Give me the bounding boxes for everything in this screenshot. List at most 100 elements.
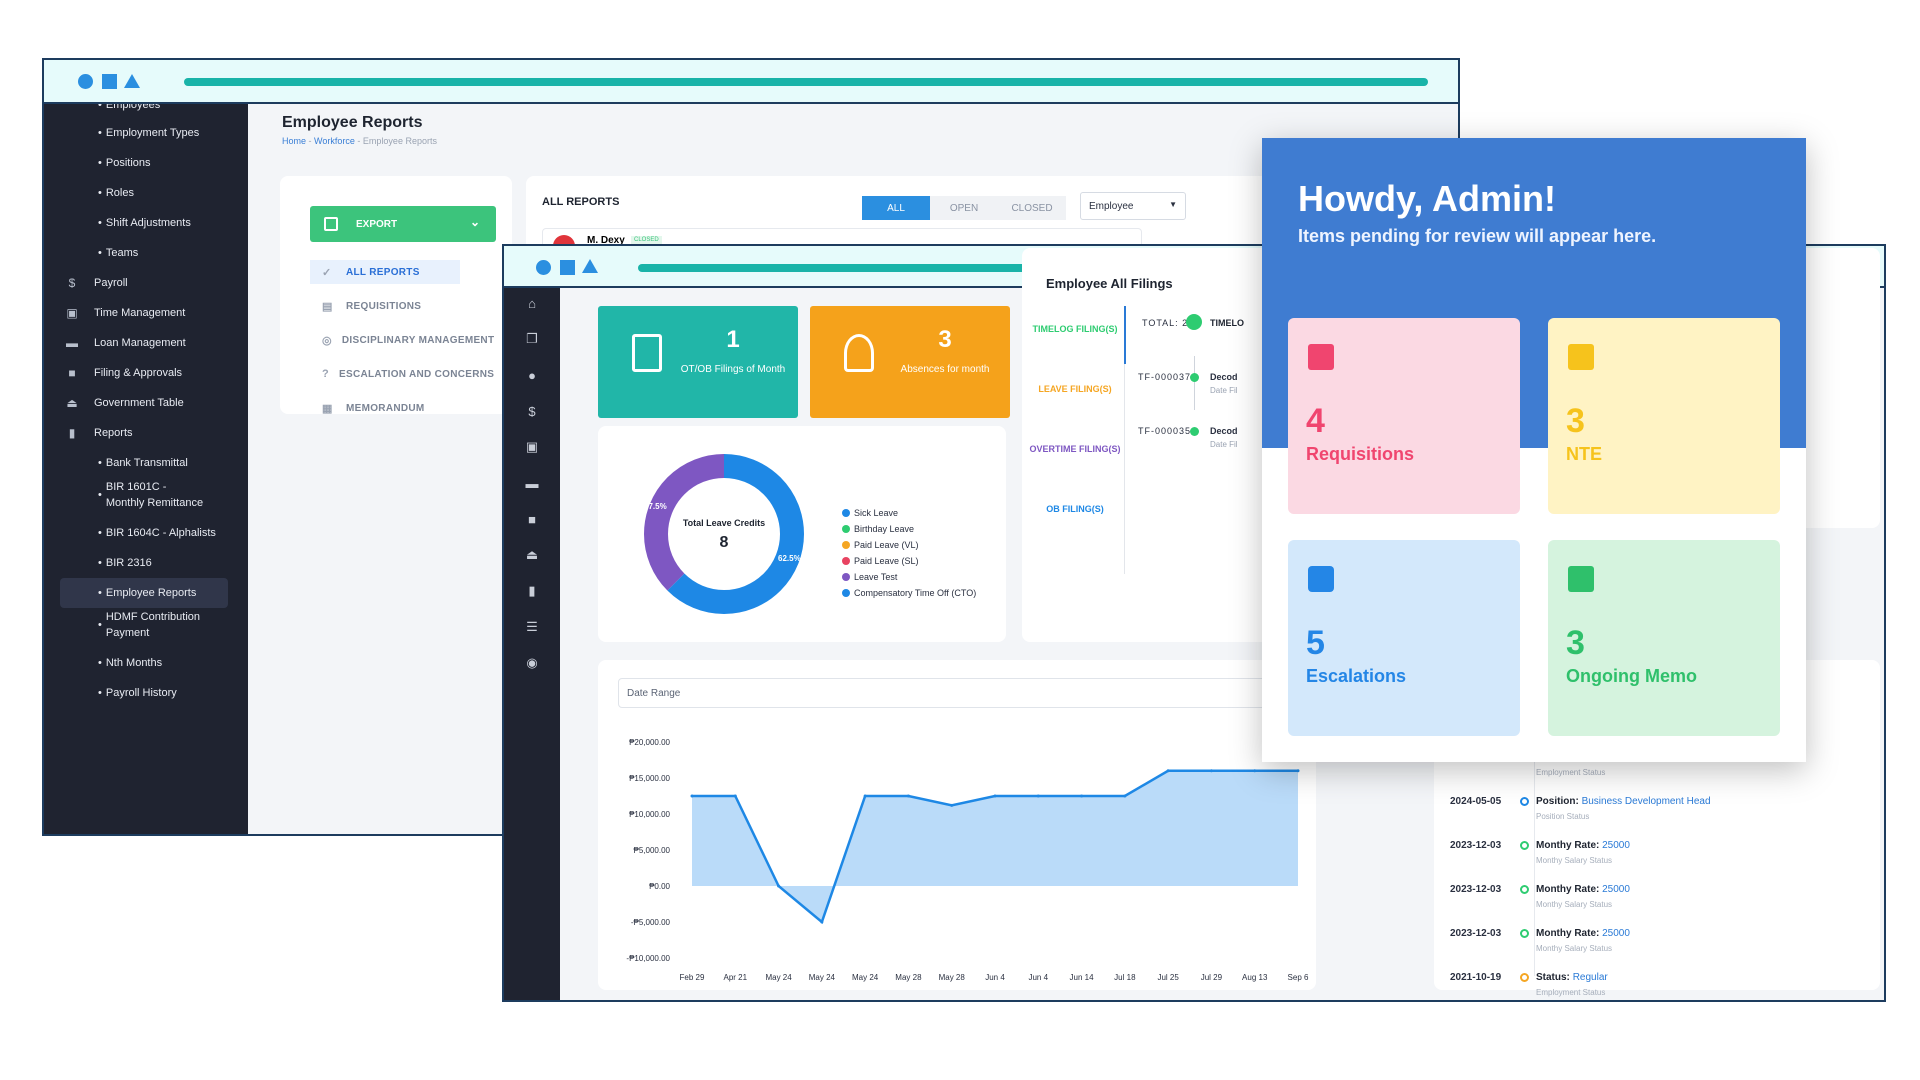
- history-value[interactable]: 25000: [1602, 840, 1630, 851]
- legend-item-leave-test[interactable]: Leave Test: [842, 572, 897, 582]
- breadcrumb-workforce[interactable]: Workforce: [314, 136, 355, 146]
- history-dot: [1520, 797, 1529, 806]
- legend-item-sick-leave[interactable]: Sick Leave: [842, 508, 898, 518]
- filings-divider: [1124, 364, 1125, 574]
- legend-item-paid-leave-vl[interactable]: Paid Leave (VL): [842, 540, 919, 550]
- sidebar-item-time-management[interactable]: ▣ Time Management: [44, 298, 248, 328]
- bank-icon[interactable]: ⏏: [504, 540, 560, 570]
- filing-sub: Date Fil: [1210, 440, 1238, 449]
- kpi-value: 3: [938, 326, 952, 353]
- kpi-label: OT/OB Filings of Month: [680, 364, 786, 375]
- sidebar-item-filing-approvals[interactable]: ■ Filing & Approvals: [44, 358, 248, 388]
- bar-chart-icon[interactable]: ▮: [504, 576, 560, 606]
- data-point: [1080, 794, 1084, 798]
- sidebar-item-hdmf-contribution-payment[interactable]: HDMF Contribution Payment: [44, 608, 248, 642]
- sidebar-item-employee-reports[interactable]: Employee Reports: [60, 578, 228, 608]
- kpi-tile-absences[interactable]: 3 Absences for month: [810, 306, 1010, 418]
- pending-card-requisitions[interactable]: 4 Requisitions: [1288, 318, 1520, 514]
- copy-icon[interactable]: ❐: [504, 324, 560, 354]
- history-key: Monthy Rate:: [1536, 928, 1600, 939]
- filing-id[interactable]: TF-000037: [1138, 372, 1191, 382]
- tab-open[interactable]: OPEN: [930, 196, 998, 220]
- dollar-icon[interactable]: $: [504, 396, 560, 426]
- sidebar-item-positions[interactable]: Positions: [44, 148, 248, 178]
- filing-id[interactable]: TF-000035: [1138, 426, 1191, 436]
- data-point: [733, 794, 737, 798]
- sidebar-item-employment-types[interactable]: Employment Types: [44, 118, 248, 148]
- legend-item-compensatory-time-off-cto[interactable]: Compensatory Time Off (CTO): [842, 588, 976, 598]
- report-menu-disciplinary-management[interactable]: ◎ DISCIPLINARY MANAGEMENT: [310, 328, 494, 352]
- sidebar-item-label: Roles: [105, 187, 134, 199]
- pending-card-escalations[interactable]: 5 Escalations: [1288, 540, 1520, 736]
- circle-icon: [536, 260, 551, 275]
- filing-tab-ob-filing-s[interactable]: OB FILING(S): [1022, 502, 1128, 517]
- area-fill: [692, 770, 1298, 922]
- sidebar-item-label: Employees: [105, 104, 161, 111]
- history-value[interactable]: Business Development Head: [1582, 796, 1711, 807]
- sidebar-item-nth-months[interactable]: Nth Months: [44, 648, 248, 678]
- donut-center-title: Total Leave Credits: [682, 518, 766, 528]
- sidebar-item-bir-1604c-alphalists[interactable]: BIR 1604C - Alphalists: [44, 518, 248, 548]
- tab-all[interactable]: ALL: [862, 196, 930, 220]
- breadcrumb-home[interactable]: Home: [282, 136, 306, 146]
- report-menu-requisitions[interactable]: ▤ REQUISITIONS: [310, 294, 460, 318]
- sidebar-item-bir-2316[interactable]: BIR 2316: [44, 548, 248, 578]
- kpi-value: 1: [726, 326, 740, 353]
- folder-icon[interactable]: ■: [504, 504, 560, 534]
- filing-tab-overtime-filing-s[interactable]: OVERTIME FILING(S): [1022, 442, 1128, 457]
- report-menu-memorandum[interactable]: ▦ MEMORANDUM: [310, 396, 460, 420]
- sidebar-item-payroll[interactable]: $ Payroll: [44, 268, 248, 298]
- history-value[interactable]: Regular: [1573, 972, 1608, 983]
- user-icon[interactable]: ●: [504, 360, 560, 390]
- x-tick-label: May 24: [765, 973, 792, 982]
- legend-item-birthday-leave[interactable]: Birthday Leave: [842, 524, 914, 534]
- export-button[interactable]: EXPORT ⌄: [310, 206, 496, 242]
- history-date: 2024-05-05: [1450, 796, 1502, 807]
- legend-item-paid-leave-sl[interactable]: Paid Leave (SL): [842, 556, 919, 566]
- calendar-icon[interactable]: ▣: [504, 432, 560, 462]
- tab-closed[interactable]: CLOSED: [998, 196, 1066, 220]
- x-tick-label: May 24: [809, 973, 836, 982]
- legend-dot: [842, 525, 850, 533]
- report-menu-escalation-and-concerns[interactable]: ? ESCALATION AND CONCERNS: [310, 362, 494, 386]
- history-entry: Monthy Rate: 25000: [1536, 928, 1630, 939]
- filing-tab-leave-filing-s[interactable]: LEAVE FILING(S): [1022, 382, 1128, 397]
- sidebar-item-bir-1601c-monthly-remittance[interactable]: BIR 1601C - Monthly Remittance: [44, 478, 248, 512]
- status-badge: CLOSED: [631, 236, 662, 244]
- payroll-chart-card: Date Range ₱20,000.00 ₱15,000.00 ₱10,000.0…: [598, 660, 1316, 990]
- location-pin-icon[interactable]: ◉: [504, 648, 560, 678]
- legend-label: Paid Leave (VL): [854, 540, 919, 550]
- popup-title: Howdy, Admin!: [1298, 178, 1556, 219]
- history-value[interactable]: 25000: [1602, 884, 1630, 895]
- filing-tab-timelog-filing-s[interactable]: TIMELOG FILING(S): [1022, 322, 1128, 337]
- data-point: [820, 920, 824, 924]
- home-icon[interactable]: ⌂: [504, 288, 560, 318]
- sidebar-item-loan-management[interactable]: ▬ Loan Management: [44, 328, 248, 358]
- users-icon: ◎: [322, 334, 332, 347]
- history-sub: Monthy Salary Status: [1536, 856, 1613, 865]
- report-menu-all-reports[interactable]: ✓ ALL REPORTS: [310, 260, 460, 284]
- x-tick-label: Jul 18: [1114, 973, 1136, 982]
- briefcase-icon[interactable]: ▬: [504, 468, 560, 498]
- pending-card-nte[interactable]: 3 NTE: [1548, 318, 1780, 514]
- history-value[interactable]: 25000: [1602, 928, 1630, 939]
- user-blocked-icon: [844, 334, 874, 372]
- pending-card-ongoing-memo[interactable]: 3 Ongoing Memo: [1548, 540, 1780, 736]
- pending-label: NTE: [1566, 444, 1602, 464]
- sidebar-item-roles[interactable]: Roles: [44, 178, 248, 208]
- kpi-tile-ot-ob-filings[interactable]: 1 OT/OB Filings of Month: [598, 306, 798, 418]
- sidebar-item-reports[interactable]: ▮ Reports: [44, 418, 248, 448]
- sidebar-item-government-table[interactable]: ⏏ Government Table: [44, 388, 248, 418]
- address-bar[interactable]: [184, 78, 1428, 86]
- pending-count: 5: [1306, 624, 1325, 662]
- history-key: Status:: [1536, 972, 1570, 983]
- y-tick-label: ₱0.00: [649, 882, 670, 891]
- history-sub: Monthy Salary Status: [1536, 944, 1613, 953]
- employee-select[interactable]: Employee ▼: [1080, 192, 1186, 220]
- list-chart-icon[interactable]: ☰: [504, 612, 560, 642]
- sidebar-item-bank-transmittal[interactable]: Bank Transmittal: [44, 448, 248, 478]
- sidebar-item-label: HDMF Contribution Payment: [105, 611, 200, 639]
- sidebar-item-payroll-history[interactable]: Payroll History: [44, 678, 248, 708]
- sidebar-item-shift-adjustments[interactable]: Shift Adjustments: [44, 208, 248, 238]
- sidebar-item-teams[interactable]: Teams: [44, 238, 248, 268]
